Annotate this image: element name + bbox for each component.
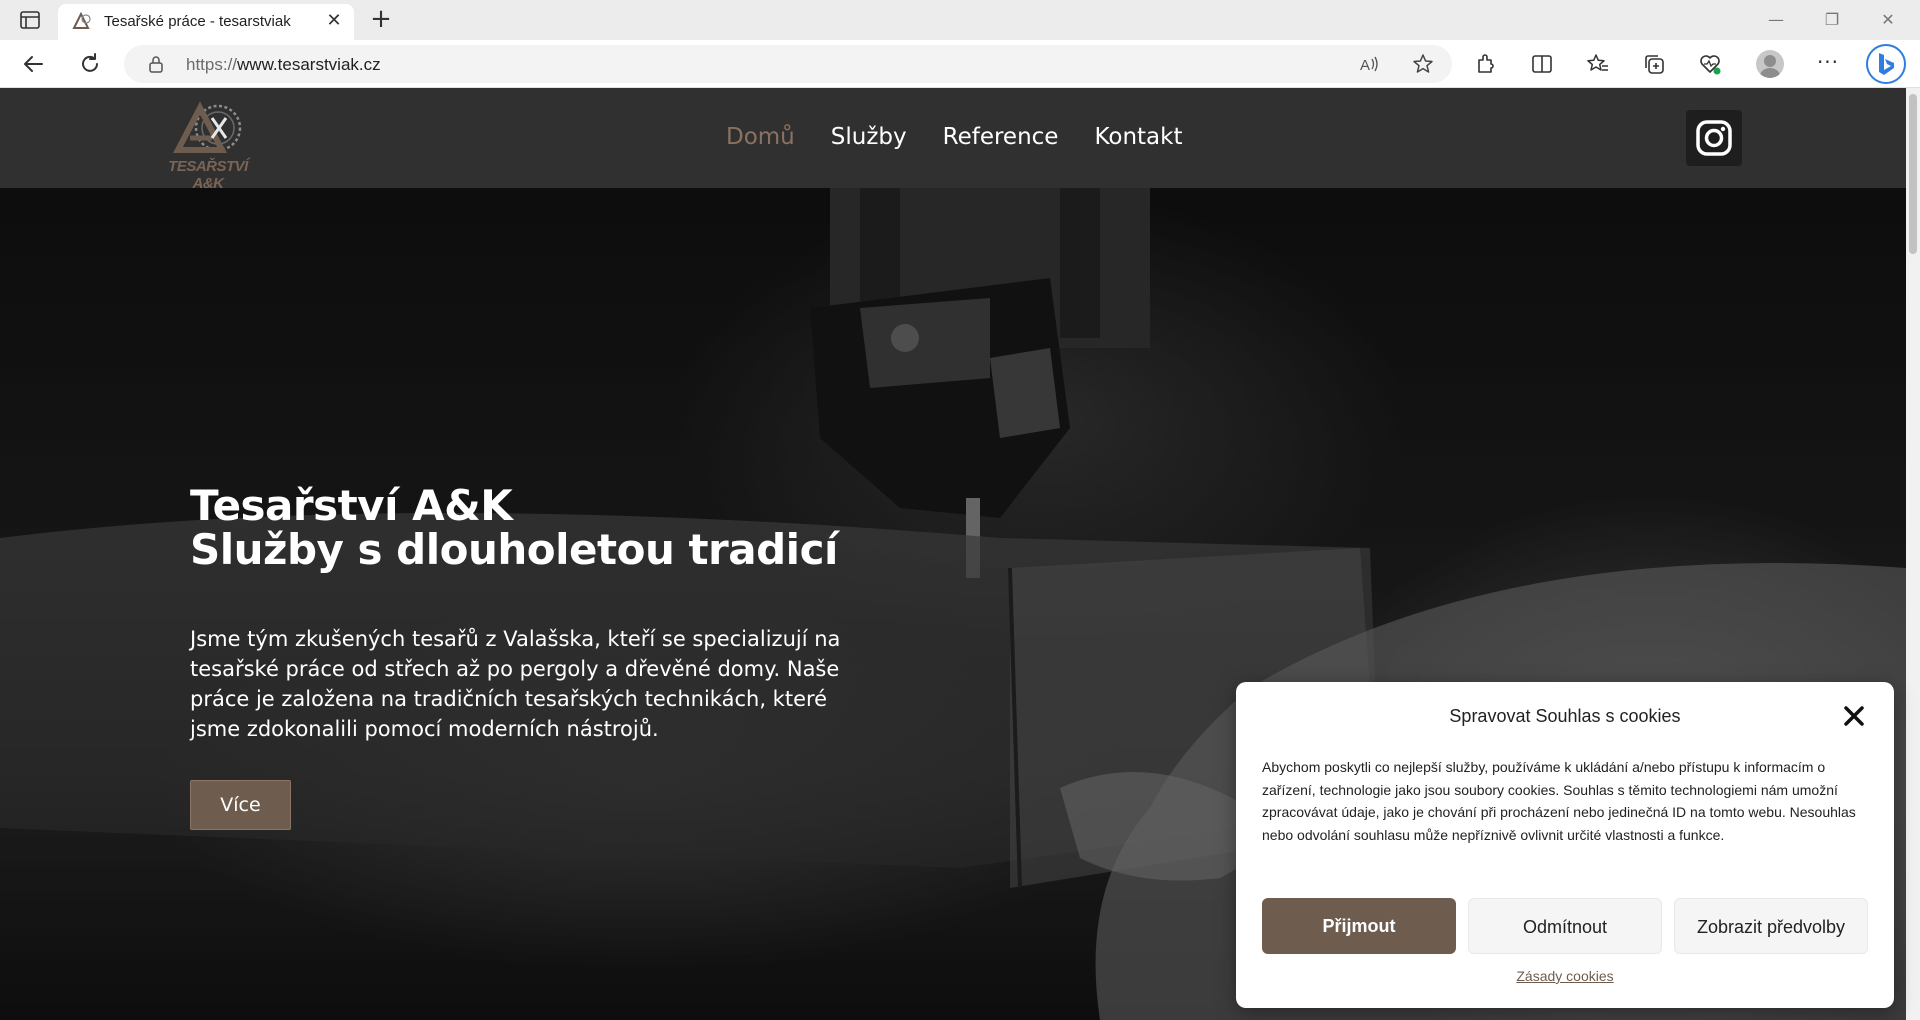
accept-cookies-button[interactable]: Přijmout <box>1262 898 1456 954</box>
back-icon[interactable] <box>20 50 48 78</box>
hero-title: Tesařství A&K Služby s dlouholetou tradi… <box>190 484 838 572</box>
favorites-icon[interactable] <box>1586 52 1610 76</box>
cookie-dialog-text: Abychom poskytli co nejlepší služby, pou… <box>1262 759 1856 843</box>
favorite-star-icon[interactable] <box>1412 53 1434 75</box>
profile-avatar-icon[interactable] <box>1756 50 1784 78</box>
hero-description: Jsme tým zkušených tesařů z Valašska, kt… <box>190 627 841 741</box>
reload-icon[interactable] <box>76 50 104 78</box>
site-favicon-icon <box>72 11 92 30</box>
deny-cookies-button[interactable]: Odmítnout <box>1468 898 1662 954</box>
read-aloud-icon[interactable]: A <box>1358 53 1380 75</box>
svg-text:A: A <box>1360 57 1370 74</box>
nav-item-reference[interactable]: Reference <box>943 124 1059 154</box>
lock-icon[interactable] <box>148 55 164 73</box>
logo-emblem-icon <box>173 101 242 153</box>
scrollbar-thumb[interactable] <box>1909 94 1917 254</box>
view-preferences-button[interactable]: Zobrazit předvolby <box>1674 898 1868 954</box>
close-icon[interactable] <box>1840 702 1868 730</box>
instagram-icon[interactable] <box>1686 110 1742 166</box>
browser-tab-bar: Tesařské práce - tesarstviak ✕ + — ❐ ✕ <box>0 0 1920 40</box>
hero-title-line-2: Služby s dlouholetou tradicí <box>190 525 838 574</box>
restore-icon[interactable]: ❐ <box>1810 6 1854 34</box>
browser-essentials-icon[interactable] <box>1698 52 1722 76</box>
split-screen-icon[interactable] <box>1530 52 1554 76</box>
bing-copilot-icon[interactable] <box>1866 44 1906 84</box>
tab-actions-icon[interactable] <box>18 9 42 31</box>
cookie-policy-link[interactable]: Zásady cookies <box>1236 968 1894 984</box>
hero-title-line-1: Tesařství A&K <box>190 481 513 530</box>
collections-icon[interactable] <box>1642 52 1666 76</box>
window-close-icon[interactable]: ✕ <box>1866 6 1910 34</box>
nav-item-sluzby[interactable]: Služby <box>831 124 907 154</box>
extensions-icon[interactable] <box>1474 52 1498 76</box>
more-button[interactable]: Více <box>190 780 291 830</box>
main-navigation: Domů Služby Reference Kontakt <box>726 124 1183 154</box>
tab-close-icon[interactable]: ✕ <box>324 11 344 31</box>
logo-text: TESAŘSTVÍ A&K <box>168 158 248 192</box>
site-logo[interactable]: TESAŘSTVÍ A&K <box>156 98 260 192</box>
nav-item-kontakt[interactable]: Kontakt <box>1094 124 1182 154</box>
tab-title: Tesařské práce - tesarstviak <box>104 13 291 30</box>
settings-more-icon[interactable]: ··· <box>1814 50 1842 78</box>
minimize-icon[interactable]: — <box>1754 6 1798 34</box>
cookie-dialog-title: Spravovat Souhlas s cookies <box>1449 706 1681 726</box>
site-header: TESAŘSTVÍ A&K Domů Služby Reference Kont… <box>0 88 1906 192</box>
new-tab-icon[interactable]: + <box>368 6 394 32</box>
browser-tab-active[interactable]: Tesařské práce - tesarstviak ✕ <box>58 4 354 40</box>
url-text: https://www.tesarstviak.cz <box>186 55 381 74</box>
browser-address-bar: https://www.tesarstviak.cz A ··· <box>0 40 1920 88</box>
nav-item-domu[interactable]: Domů <box>726 124 795 154</box>
cookie-consent-dialog: Spravovat Souhlas s cookies Abychom posk… <box>1236 682 1894 1008</box>
page-scrollbar[interactable] <box>1906 88 1920 1020</box>
url-field[interactable]: https://www.tesarstviak.cz A <box>124 45 1452 83</box>
